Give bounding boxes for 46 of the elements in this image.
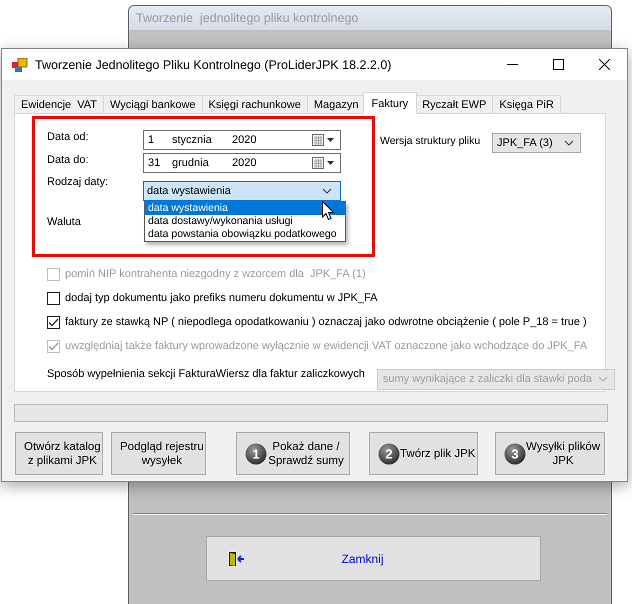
door-exit-icon [228, 550, 245, 566]
checkbox[interactable] [47, 316, 60, 328]
field-label: Sposób wypełnienia sekcji FakturaWiersz dla faktur zaliczkowych [47, 368, 365, 380]
chevron-down-icon [322, 188, 332, 194]
numbered-circle-icon: 2 [378, 442, 400, 464]
numbered-circle-icon: 1 [245, 442, 267, 464]
close-icon[interactable] [598, 59, 610, 70]
window-title: Tworzenie jednolitego pliku kontrolnego [129, 6, 611, 30]
year-text: 2020 [232, 134, 258, 146]
day-text: 1 [148, 134, 156, 146]
minimize-icon[interactable] [506, 64, 518, 65]
app-icon [12, 58, 28, 72]
year-text: 2020 [232, 157, 258, 169]
dropdown-option[interactable]: data powstania obowiązku podatkowego [145, 228, 345, 241]
field-label: Data do: [47, 153, 90, 166]
tab[interactable]: Księga PiR [492, 95, 561, 114]
checkbox-label: pomiń NIP kontrahenta niezgodny z wzorcem dla JPK_FA (1) [65, 268, 366, 280]
window-title: Tworzenie Jednolitego Pliku Kontrolnego (ProLiderJPK 18.2.2.0) [35, 58, 392, 72]
date-picker[interactable]: 31 grudnia 2020 [143, 153, 341, 173]
close-button[interactable]: Zamknij [206, 536, 541, 581]
tab[interactable]: Ewidencje VAT [14, 95, 104, 114]
maximize-icon[interactable] [552, 59, 564, 70]
numbered-circle-icon: 3 [504, 442, 526, 464]
calendar-dropdown-icon[interactable] [312, 157, 336, 169]
action-button[interactable]: Podgląd rejestru wysyłek [111, 432, 206, 475]
structure-version-dropdown[interactable]: JPK_FA (3) [492, 133, 581, 153]
field-label: Waluta [47, 215, 82, 228]
month-text: stycznia [172, 134, 213, 146]
checkbox-label: uwzględniaj także faktury wprowadzone wyłącznie w ewidencji VAT oznaczone jako wchodzące do JPK_FA [65, 340, 588, 352]
checkbox[interactable] [47, 292, 60, 304]
calendar-dropdown-icon[interactable] [312, 134, 336, 146]
dropdown-option[interactable]: data wystawienia [145, 202, 345, 215]
day-text: 31 [148, 157, 162, 169]
field-label: Wersja struktury pliku [380, 134, 482, 147]
field-label: Rodzaj daty: [47, 176, 110, 188]
chevron-down-icon [564, 140, 574, 146]
action-button[interactable]: 2 Twórz plik JPK [369, 432, 478, 475]
checkbox-label: faktury ze stawką NP ( niepodlega opodatkowaniu ) oznaczaj jako odwrotne obciążenie ( pole P_18 = true ) [65, 316, 587, 328]
action-button[interactable]: Otwórz katalog z plikami JPK [15, 432, 103, 475]
checkbox-label: dodaj typ dokumentu jako prefiks numeru dokumentu w JPK_FA [65, 292, 378, 304]
dropdown-option[interactable]: data dostawy/wykonania usługi [145, 215, 345, 228]
date-picker[interactable]: 1 stycznia 2020 [143, 130, 341, 150]
chevron-down-icon [598, 376, 608, 382]
field-label: Data od: [47, 130, 90, 143]
month-text: grudnia [172, 157, 210, 169]
tab[interactable]: Faktury [362, 92, 418, 114]
